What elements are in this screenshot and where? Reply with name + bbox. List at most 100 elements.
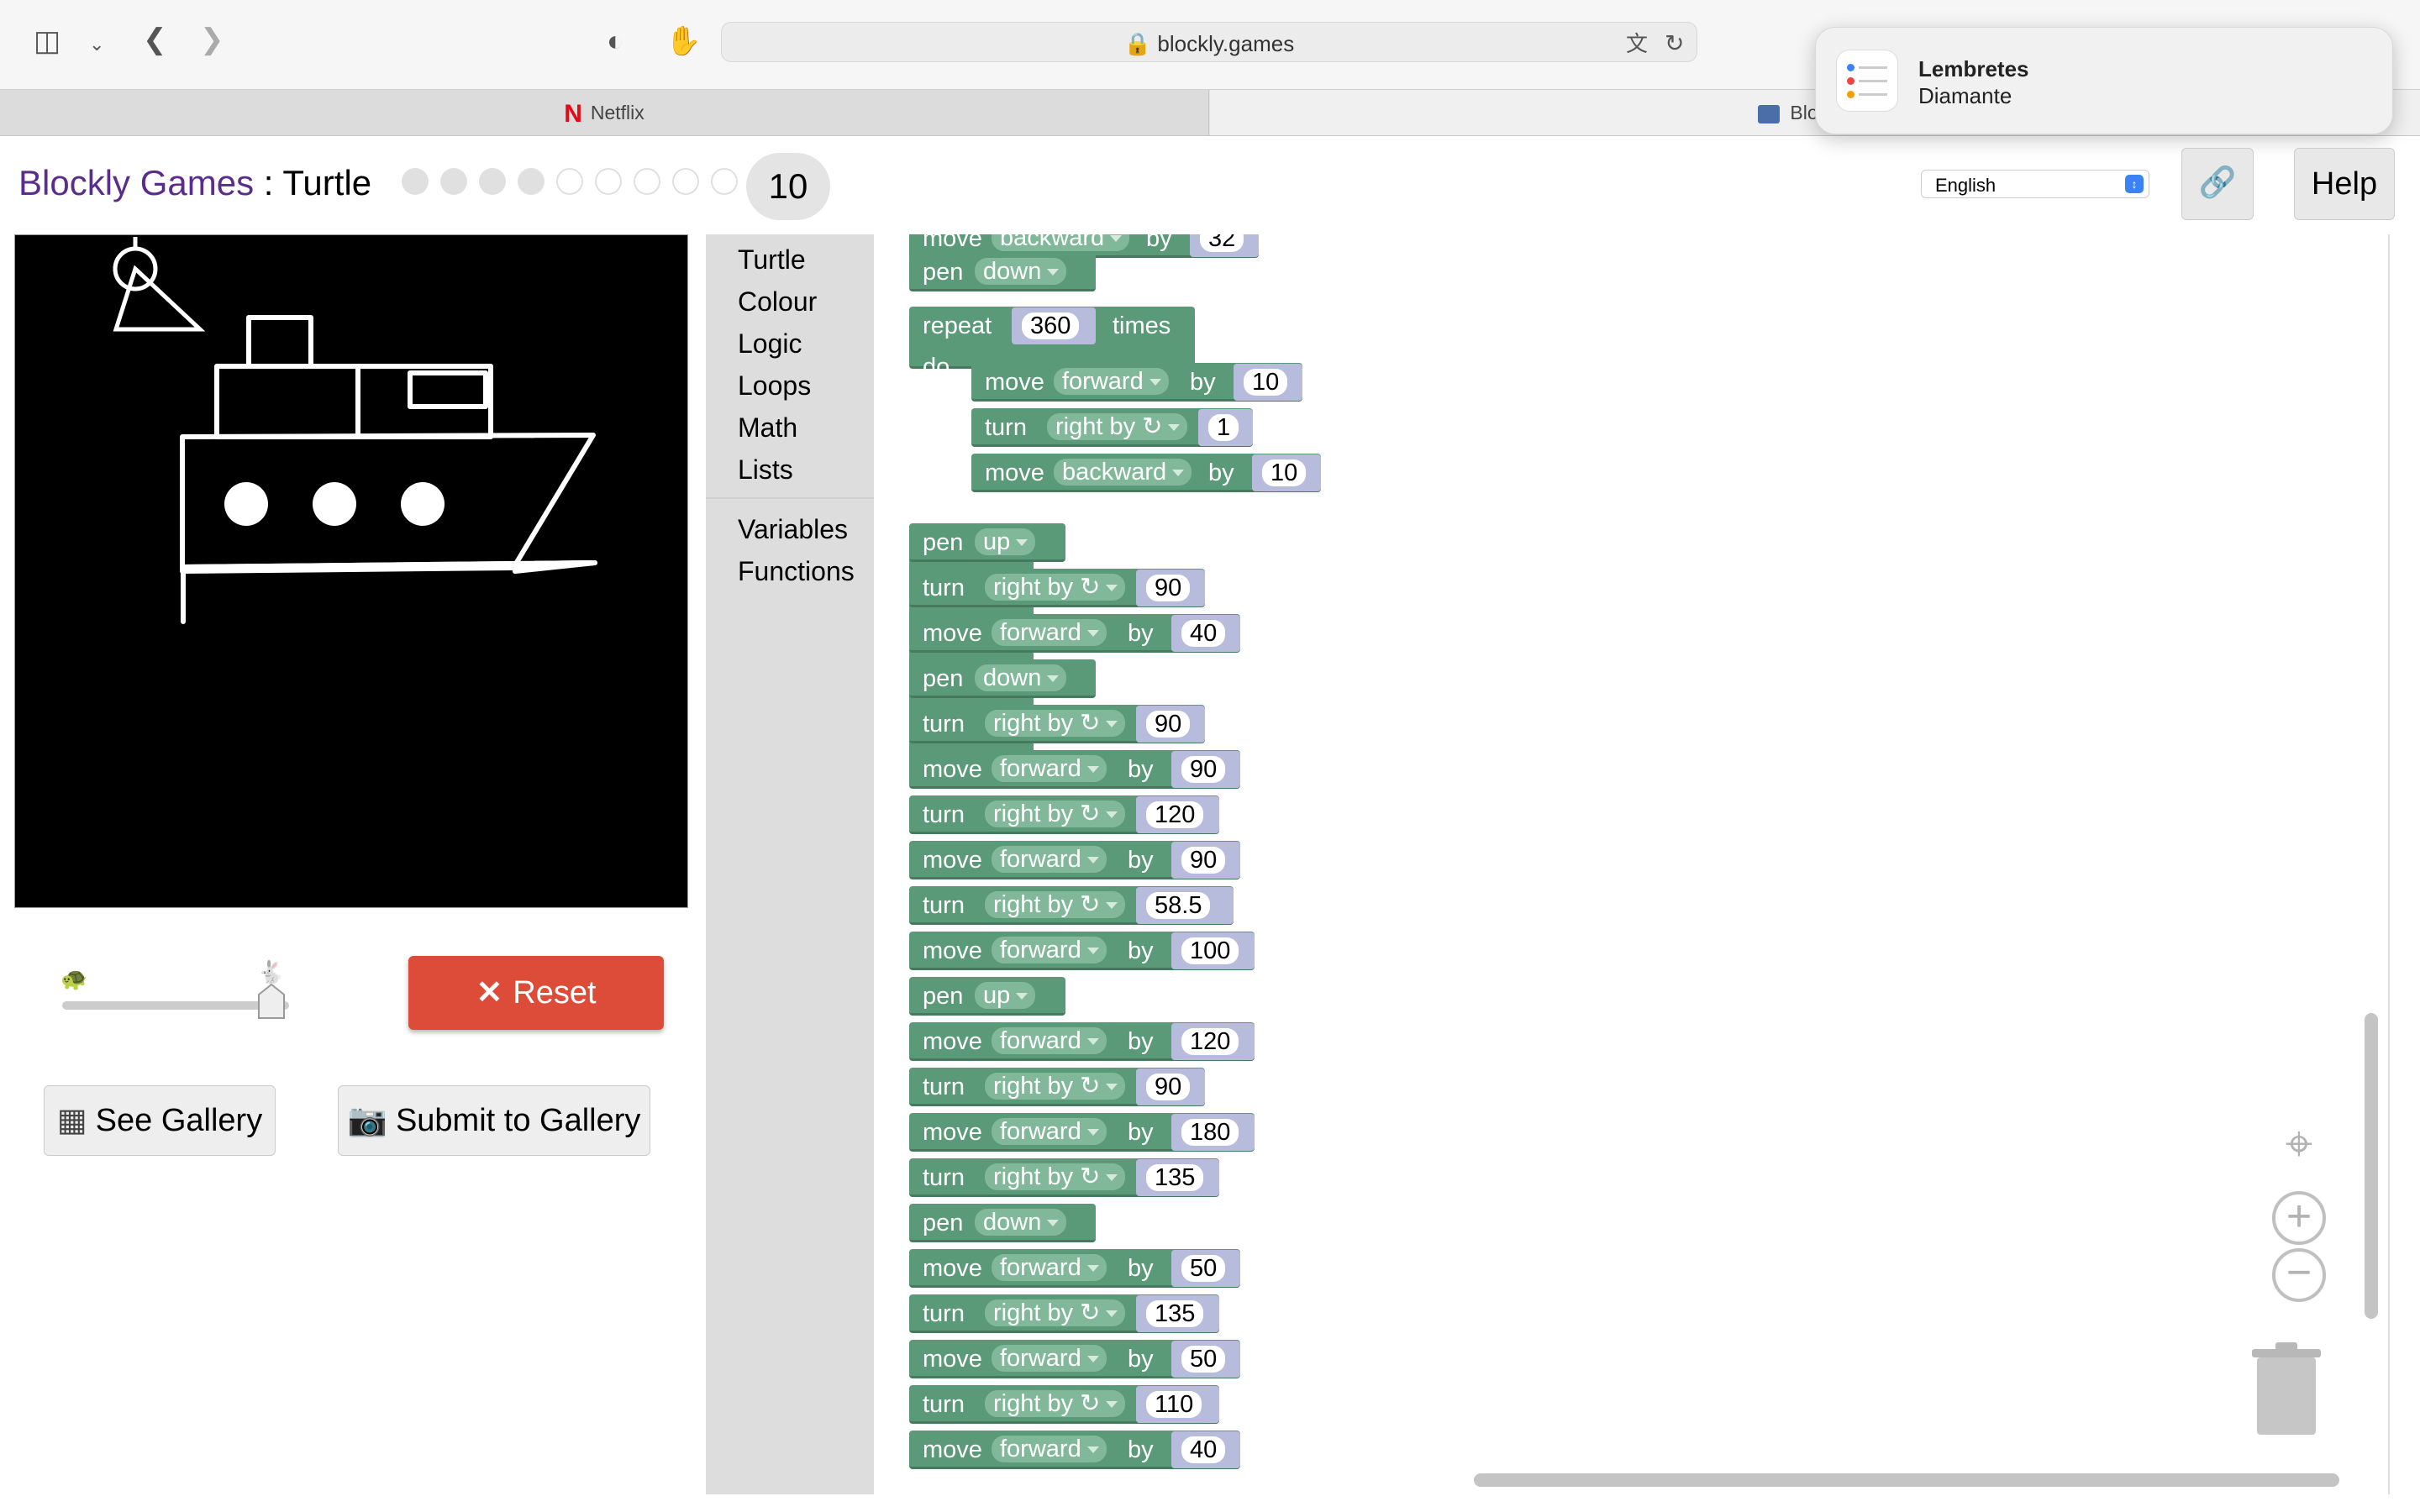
- zoom-in-icon[interactable]: +: [2272, 1191, 2326, 1245]
- move-block[interactable]: move forward by 10: [971, 363, 1302, 402]
- chevron-down-icon[interactable]: ⌄: [89, 30, 104, 59]
- block-dropdown[interactable]: down: [975, 664, 1067, 691]
- number-value[interactable]: 360: [1022, 312, 1080, 339]
- link-button[interactable]: 🔗: [2181, 148, 2254, 220]
- number-input[interactable]: 135: [1136, 1159, 1219, 1196]
- pen-block[interactable]: pen up: [909, 523, 1065, 562]
- move-block[interactable]: move forward by 40: [909, 1431, 1240, 1469]
- submit-gallery-button[interactable]: 📷 Submit to Gallery: [338, 1085, 650, 1156]
- forward-icon[interactable]: ❯: [200, 25, 224, 54]
- block-dropdown[interactable]: down: [975, 258, 1067, 285]
- number-input[interactable]: 110: [1136, 1386, 1219, 1423]
- number-input[interactable]: 90: [1136, 570, 1205, 606]
- category-logic[interactable]: Logic: [738, 328, 802, 360]
- level-dot[interactable]: [595, 168, 622, 195]
- block-dropdown[interactable]: backward: [1054, 459, 1192, 486]
- number-input[interactable]: 10: [1252, 454, 1321, 491]
- turn-block[interactable]: turn right by ↻ 58.5: [909, 886, 1234, 925]
- number-value[interactable]: 135: [1146, 1300, 1204, 1327]
- address-bar[interactable]: 🔒 blockly.games 文 ↻: [721, 22, 1697, 62]
- turn-block[interactable]: turn right by ↻ 90: [909, 1068, 1205, 1106]
- move-block[interactable]: move forward by 50: [909, 1340, 1240, 1378]
- level-dot[interactable]: [711, 168, 738, 195]
- block-dropdown[interactable]: forward: [992, 619, 1107, 646]
- pen-block[interactable]: pen up: [909, 977, 1065, 1016]
- pen-block[interactable]: pen down: [909, 659, 1096, 698]
- number-value[interactable]: 10: [1244, 369, 1288, 396]
- number-value[interactable]: 90: [1146, 575, 1191, 601]
- number-value[interactable]: 58.5: [1146, 892, 1211, 919]
- block-dropdown[interactable]: up: [975, 528, 1036, 555]
- block-dropdown[interactable]: forward: [992, 1436, 1107, 1462]
- level-dot[interactable]: [479, 168, 506, 195]
- sidebar-toggle-icon[interactable]: ◫: [34, 27, 60, 55]
- number-input[interactable]: 32: [1190, 234, 1259, 257]
- number-value[interactable]: 10: [1262, 459, 1307, 486]
- notification-banner[interactable]: Lembretes Diamante: [1815, 27, 2393, 134]
- number-input[interactable]: 40: [1171, 1431, 1240, 1468]
- number-value[interactable]: 180: [1181, 1119, 1239, 1146]
- move-block[interactable]: move forward by 100: [909, 932, 1255, 970]
- number-value[interactable]: 50: [1181, 1255, 1226, 1282]
- number-value[interactable]: 110: [1146, 1391, 1202, 1418]
- category-loops[interactable]: Loops: [738, 370, 811, 402]
- number-value[interactable]: 90: [1146, 1074, 1191, 1100]
- level-dot[interactable]: [518, 168, 544, 195]
- number-input[interactable]: 360: [1012, 307, 1096, 344]
- back-icon[interactable]: ❮: [143, 25, 167, 54]
- number-input[interactable]: 90: [1136, 706, 1205, 743]
- block-dropdown[interactable]: right by ↻: [985, 710, 1126, 737]
- help-button[interactable]: Help: [2294, 148, 2395, 220]
- recenter-icon[interactable]: ⌖: [2272, 1117, 2326, 1171]
- number-input[interactable]: 120: [1136, 796, 1219, 833]
- level-dot[interactable]: [672, 168, 699, 195]
- number-value[interactable]: 90: [1181, 756, 1226, 783]
- number-input[interactable]: 135: [1136, 1295, 1219, 1332]
- reload-icon[interactable]: ↻: [1665, 29, 1684, 58]
- block-dropdown[interactable]: forward: [992, 1254, 1107, 1281]
- number-value[interactable]: 1: [1208, 414, 1239, 441]
- number-input[interactable]: 180: [1171, 1114, 1255, 1151]
- brand-link[interactable]: Blockly Games: [18, 163, 254, 202]
- tab-netflix[interactable]: N Netflix: [0, 90, 1209, 135]
- category-lists[interactable]: Lists: [738, 454, 793, 486]
- pen-block[interactable]: pen down: [909, 253, 1096, 291]
- speed-slider-knob[interactable]: [257, 983, 286, 1020]
- turn-block[interactable]: turn right by ↻ 135: [909, 1158, 1219, 1197]
- number-input[interactable]: 90: [1171, 751, 1240, 788]
- category-turtle[interactable]: Turtle: [738, 244, 806, 276]
- block-dropdown[interactable]: forward: [992, 846, 1107, 873]
- horizontal-scrollbar[interactable]: [1474, 1473, 2339, 1487]
- level-dot[interactable]: [440, 168, 467, 195]
- block-dropdown[interactable]: right by ↻: [985, 574, 1126, 601]
- block-dropdown[interactable]: right by ↻: [985, 801, 1126, 827]
- number-input[interactable]: 100: [1171, 932, 1255, 969]
- block-dropdown[interactable]: down: [975, 1209, 1067, 1236]
- number-input[interactable]: 90: [1171, 842, 1240, 879]
- category-colour[interactable]: Colour: [738, 286, 817, 318]
- block-dropdown[interactable]: forward: [992, 1118, 1107, 1145]
- block-dropdown[interactable]: right by ↻: [985, 1390, 1126, 1417]
- level-dot[interactable]: [634, 168, 660, 195]
- turn-block[interactable]: turn right by ↻ 1: [971, 408, 1253, 447]
- reset-button[interactable]: ✕ Reset: [408, 956, 664, 1030]
- block-dropdown[interactable]: forward: [1054, 368, 1169, 395]
- number-value[interactable]: 120: [1181, 1028, 1239, 1055]
- block-dropdown[interactable]: right by ↻: [985, 1163, 1126, 1190]
- turn-block[interactable]: turn right by ↻ 90: [909, 705, 1205, 743]
- current-level[interactable]: 10: [746, 153, 830, 220]
- trash-icon[interactable]: [2252, 1342, 2321, 1436]
- number-value[interactable]: 40: [1181, 620, 1226, 647]
- block-dropdown[interactable]: forward: [992, 1027, 1107, 1054]
- privacy-extension-icon[interactable]: ✋: [666, 27, 701, 55]
- number-input[interactable]: 10: [1234, 364, 1302, 401]
- number-input[interactable]: 120: [1171, 1023, 1255, 1060]
- block-dropdown[interactable]: forward: [992, 1345, 1107, 1372]
- move-block[interactable]: move forward by 120: [909, 1022, 1255, 1061]
- block-dropdown[interactable]: right by ↻: [985, 891, 1126, 918]
- turn-block[interactable]: turn right by ↻ 120: [909, 795, 1219, 834]
- number-input[interactable]: 40: [1171, 615, 1240, 652]
- speed-slider-track[interactable]: [62, 1001, 289, 1010]
- move-block[interactable]: move backward by 10: [971, 454, 1321, 492]
- number-value[interactable]: 50: [1181, 1346, 1226, 1373]
